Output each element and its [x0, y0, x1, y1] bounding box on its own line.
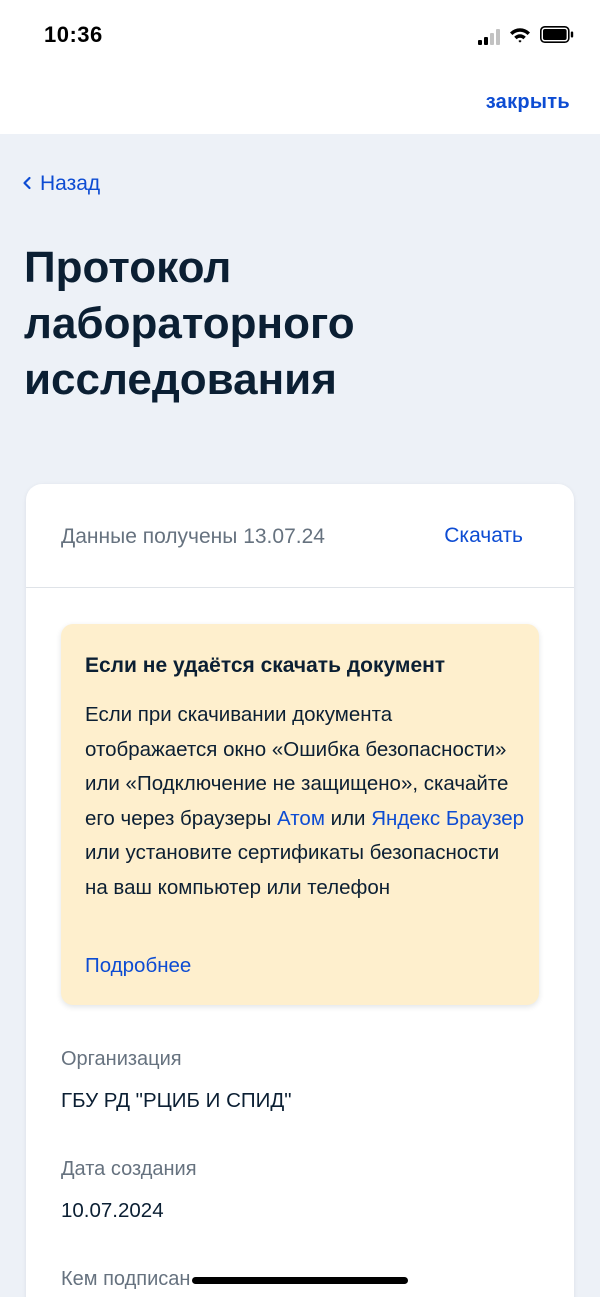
- atom-browser-link[interactable]: Атом: [277, 807, 325, 830]
- chevron-left-icon: [22, 172, 32, 196]
- download-warning: Если не удаётся скачать документ Если пр…: [61, 624, 539, 1005]
- battery-icon: [540, 26, 574, 48]
- top-bar: закрыть: [0, 72, 600, 134]
- back-link[interactable]: Назад: [22, 172, 100, 196]
- cellular-signal-icon: [478, 29, 500, 45]
- wifi-icon: [509, 27, 531, 48]
- home-indicator: [192, 1277, 408, 1284]
- created-date-value: 10.07.2024: [61, 1199, 164, 1222]
- yandex-browser-link[interactable]: Яндекс Браузер: [371, 807, 524, 830]
- back-link-label: Назад: [40, 172, 101, 195]
- document-card: Данные получены 13.07.24 Скачать Если не…: [26, 484, 574, 1297]
- received-date: Данные получены 13.07.24: [61, 525, 325, 548]
- page-title: Протокол лабораторного исследования: [24, 243, 355, 404]
- warning-title: Если не удаётся скачать документ: [85, 654, 446, 677]
- status-time: 10:36: [44, 22, 103, 47]
- status-icons: [478, 26, 574, 48]
- organization-value: ГБУ РД "РЦИБ И СПИД": [61, 1089, 292, 1112]
- download-link[interactable]: Скачать: [444, 524, 523, 548]
- organization-label: Организация: [61, 1048, 182, 1070]
- created-date-label: Дата создания: [61, 1158, 197, 1180]
- warning-text-part: или установите сертификаты безопасности …: [85, 841, 500, 899]
- status-bar: 10:36: [0, 0, 600, 72]
- signed-by-label: Кем подписан: [61, 1268, 191, 1290]
- close-link[interactable]: закрыть: [486, 91, 570, 114]
- card-header: Данные получены 13.07.24 Скачать: [26, 484, 574, 588]
- warning-text: Если при скачивании документа отображает…: [85, 698, 525, 905]
- more-info-link[interactable]: Подробнее: [85, 954, 191, 978]
- warning-text-part: или: [324, 806, 372, 830]
